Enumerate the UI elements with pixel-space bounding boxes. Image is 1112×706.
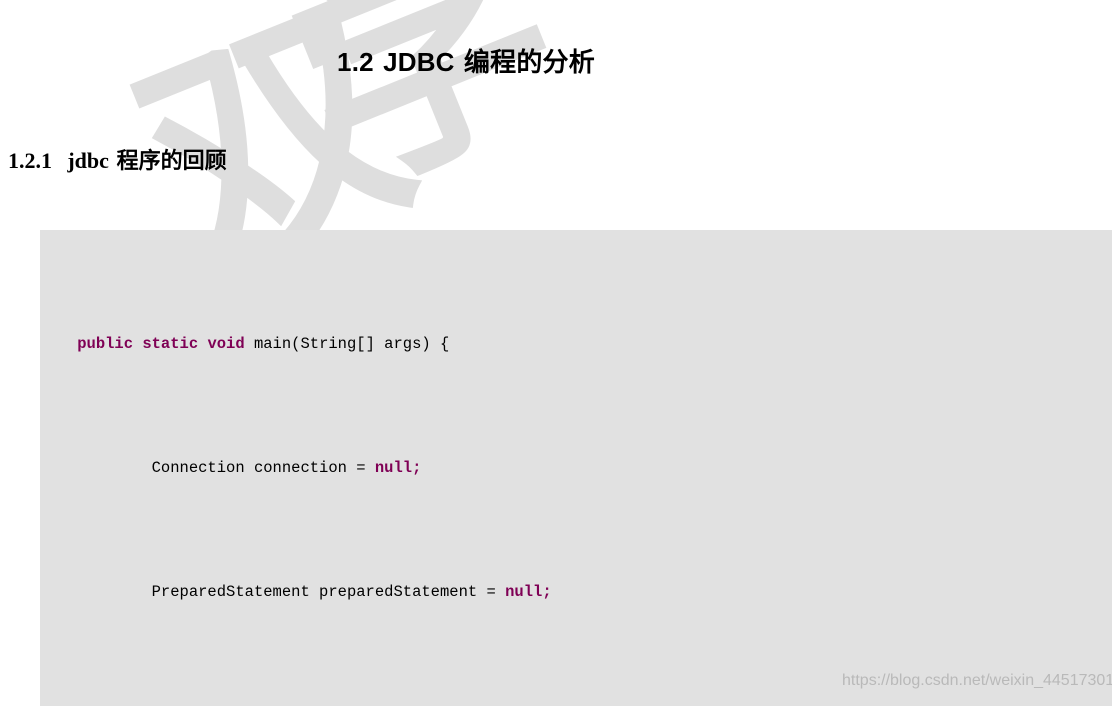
code-token-keyword: public static void — [77, 335, 245, 353]
section-heading-number: 1.2.1 — [8, 148, 52, 173]
code-line: ResultSet resultSet = null; — [40, 701, 1112, 706]
code-token-keyword: null — [505, 583, 543, 601]
page-root: 学 双 1.2 JDBC 编程的分析 1.2.1 jdbc 程序的回顾 publ… — [0, 0, 1112, 706]
code-token-punct: ; — [412, 459, 422, 477]
code-token-plain: PreparedStatement preparedStatement = — [151, 583, 506, 601]
section-heading-cjk: 程序的回顾 — [116, 149, 227, 174]
code-line: Connection connection = null; — [40, 453, 1112, 484]
code-token-plain: Connection connection = — [151, 459, 375, 477]
code-token-punct: ; — [542, 583, 552, 601]
page-title-latin: JDBC — [383, 47, 455, 77]
watermark-glyph-1: 学 — [254, 0, 596, 237]
page-title-cjk: 编程的分析 — [463, 48, 595, 78]
code-token-plain: main(String[] args) { — [244, 335, 450, 353]
section-heading-latin: jdbc — [67, 148, 109, 173]
page-title: 1.2 JDBC 编程的分析 — [0, 42, 1112, 79]
section-heading: 1.2.1 jdbc 程序的回顾 — [8, 143, 227, 175]
code-token-keyword: null — [374, 459, 413, 477]
code-listing: public static void main(String[] args) {… — [40, 236, 1112, 706]
code-line: PreparedStatement preparedStatement = nu… — [40, 577, 1112, 608]
code-block[interactable]: public static void main(String[] args) {… — [40, 230, 1112, 706]
page-title-number: 1.2 — [337, 47, 374, 77]
code-line: public static void main(String[] args) { — [40, 329, 1112, 360]
